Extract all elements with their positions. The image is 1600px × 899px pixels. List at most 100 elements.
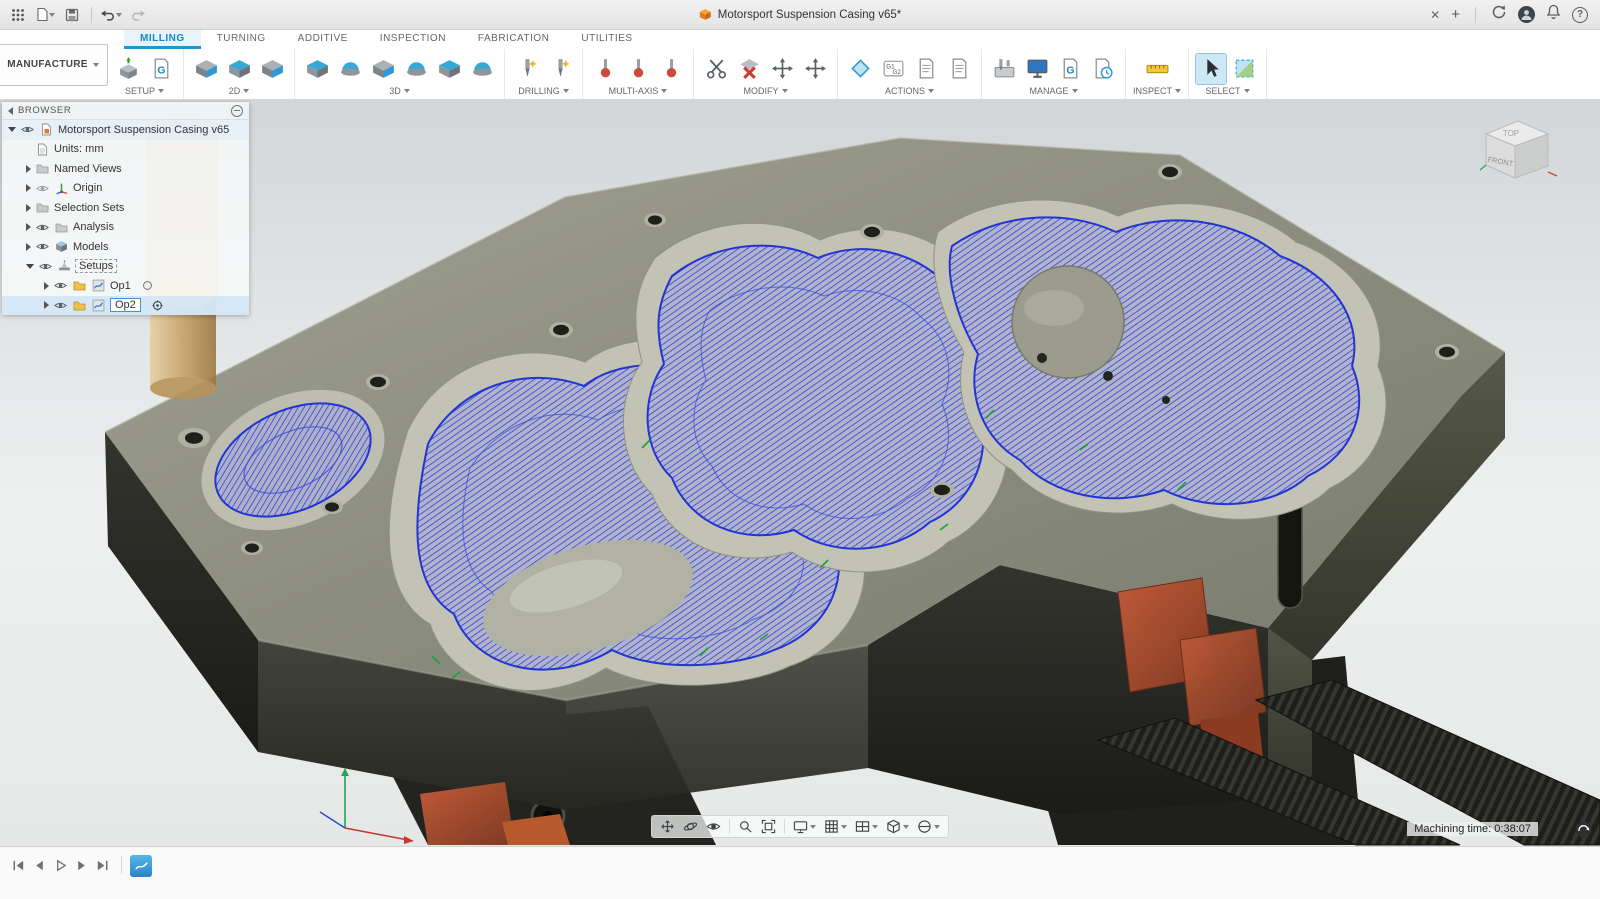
task-manager-icon[interactable] [1088, 54, 1118, 84]
tab-fabrication[interactable]: FABRICATION [462, 30, 565, 49]
visibility-eye-icon[interactable] [38, 260, 53, 273]
parallel-icon[interactable] [401, 54, 431, 84]
expander-icon[interactable] [26, 204, 31, 212]
sync-status-icon[interactable] [1491, 4, 1507, 25]
compare-radio-icon[interactable] [142, 280, 153, 291]
expander-icon[interactable] [44, 301, 49, 309]
expander-icon[interactable] [26, 223, 31, 231]
browser-item-named-views[interactable]: Named Views [2, 159, 249, 179]
expander-icon[interactable] [26, 165, 31, 173]
undo-icon[interactable] [99, 4, 123, 26]
redo-icon[interactable] [126, 4, 150, 26]
step-back-icon[interactable] [29, 855, 50, 876]
fit-icon[interactable] [759, 818, 778, 835]
tab-milling[interactable]: MILLING [124, 30, 201, 49]
group-label-multiaxis[interactable]: MULTI-AXIS [609, 86, 668, 97]
go-to-start-icon[interactable] [8, 855, 29, 876]
view-cube[interactable]: TOP FRONT [1472, 110, 1558, 196]
new-tab-icon[interactable]: + [1451, 6, 1460, 23]
close-tab-icon[interactable]: ✕ [1430, 8, 1440, 22]
active-target-icon[interactable] [152, 300, 163, 311]
app-grid-icon[interactable] [6, 4, 30, 26]
post-process-icon[interactable] [878, 54, 908, 84]
adaptive-clearing-icon[interactable] [302, 54, 332, 84]
viewports-icon[interactable] [853, 818, 880, 835]
visibility-eye-icon[interactable] [35, 221, 50, 234]
section-analysis-icon[interactable] [915, 818, 942, 835]
browser-item-op2[interactable]: Op2 [2, 296, 249, 316]
group-label-setup[interactable]: SETUP [125, 86, 164, 97]
collapse-panel-icon[interactable] [8, 107, 13, 115]
window-select-icon[interactable] [1229, 54, 1259, 84]
browser-item-origin[interactable]: Origin [2, 179, 249, 199]
new-setup-icon[interactable] [113, 54, 143, 84]
scallop-icon[interactable] [434, 54, 464, 84]
browser-item-models[interactable]: Models [2, 237, 249, 257]
steep-shallow-icon[interactable] [368, 54, 398, 84]
machine-library-icon[interactable] [1022, 54, 1052, 84]
browser-header[interactable]: BROWSER [2, 102, 249, 120]
spiral-icon[interactable] [467, 54, 497, 84]
pocket-2d-icon[interactable] [224, 54, 254, 84]
visual-style-icon[interactable] [884, 818, 911, 835]
drill-icon[interactable] [512, 54, 542, 84]
visibility-eye-icon[interactable] [53, 299, 68, 312]
job-status-icon[interactable] [1575, 821, 1592, 838]
move-toolpath-icon[interactable] [767, 54, 797, 84]
face-milling-icon[interactable] [191, 54, 221, 84]
measure-icon[interactable] [1142, 54, 1172, 84]
notification-bell-icon[interactable] [1546, 4, 1561, 25]
tool-library-icon[interactable] [989, 54, 1019, 84]
tab-utilities[interactable]: UTILITIES [565, 30, 648, 49]
workspace-selector[interactable]: MANUFACTURE [0, 44, 108, 86]
browser-item-setups[interactable]: Setups [2, 257, 249, 277]
group-label-drilling[interactable]: DRILLING [518, 86, 569, 97]
group-label-inspect[interactable]: INSPECT [1133, 86, 1181, 97]
group-label-select[interactable]: SELECT [1206, 86, 1250, 97]
op2-rename-field[interactable]: Op2 [110, 298, 141, 312]
browser-item-root[interactable]: Motorsport Suspension Casing v65 [2, 120, 249, 140]
rotary-icon[interactable] [656, 54, 686, 84]
display-settings-icon[interactable] [791, 818, 818, 835]
select-cursor-icon[interactable] [1196, 54, 1226, 84]
pan-icon[interactable] [658, 818, 677, 835]
browser-item-selection-sets[interactable]: Selection Sets [2, 198, 249, 218]
bore-icon[interactable] [545, 54, 575, 84]
browser-item-analysis[interactable]: Analysis [2, 218, 249, 238]
browser-item-op1[interactable]: Op1 [2, 276, 249, 296]
visibility-eye-icon[interactable] [35, 182, 50, 195]
tab-turning[interactable]: TURNING [201, 30, 282, 49]
visibility-eye-icon[interactable] [53, 279, 68, 292]
zoom-icon[interactable] [736, 818, 755, 835]
group-label-actions[interactable]: ACTIONS [885, 86, 934, 97]
help-icon[interactable]: ? [1572, 7, 1588, 23]
tab-inspection[interactable]: INSPECTION [364, 30, 462, 49]
play-icon[interactable] [50, 855, 71, 876]
group-label-2d[interactable]: 2D [229, 86, 250, 97]
file-menu-icon[interactable] [33, 4, 57, 26]
simulate-icon[interactable] [845, 54, 875, 84]
expander-icon[interactable] [26, 264, 34, 269]
group-label-manage[interactable]: MANAGE [1029, 86, 1077, 97]
visibility-eye-icon[interactable] [35, 240, 50, 253]
group-label-3d[interactable]: 3D [389, 86, 410, 97]
grid-snaps-icon[interactable] [822, 818, 849, 835]
multiaxis-contour-icon[interactable] [623, 54, 653, 84]
group-label-modify[interactable]: MODIFY [744, 86, 788, 97]
expander-icon[interactable] [26, 184, 31, 192]
expander-icon[interactable] [26, 243, 31, 251]
delete-toolpath-icon[interactable] [734, 54, 764, 84]
browser-item-units[interactable]: Units: mm [2, 140, 249, 160]
contour-2d-icon[interactable] [257, 54, 287, 84]
visibility-eye-icon[interactable] [20, 123, 35, 136]
transform-toolpath-icon[interactable] [800, 54, 830, 84]
expander-icon[interactable] [8, 127, 16, 132]
step-forward-icon[interactable] [71, 855, 92, 876]
look-at-icon[interactable] [704, 818, 723, 835]
post-library-icon[interactable] [1055, 54, 1085, 84]
save-icon[interactable] [60, 4, 84, 26]
swarf-icon[interactable] [590, 54, 620, 84]
trim-toolpath-icon[interactable] [701, 54, 731, 84]
simulation-icon[interactable] [130, 855, 152, 877]
generate-icon[interactable] [944, 54, 974, 84]
